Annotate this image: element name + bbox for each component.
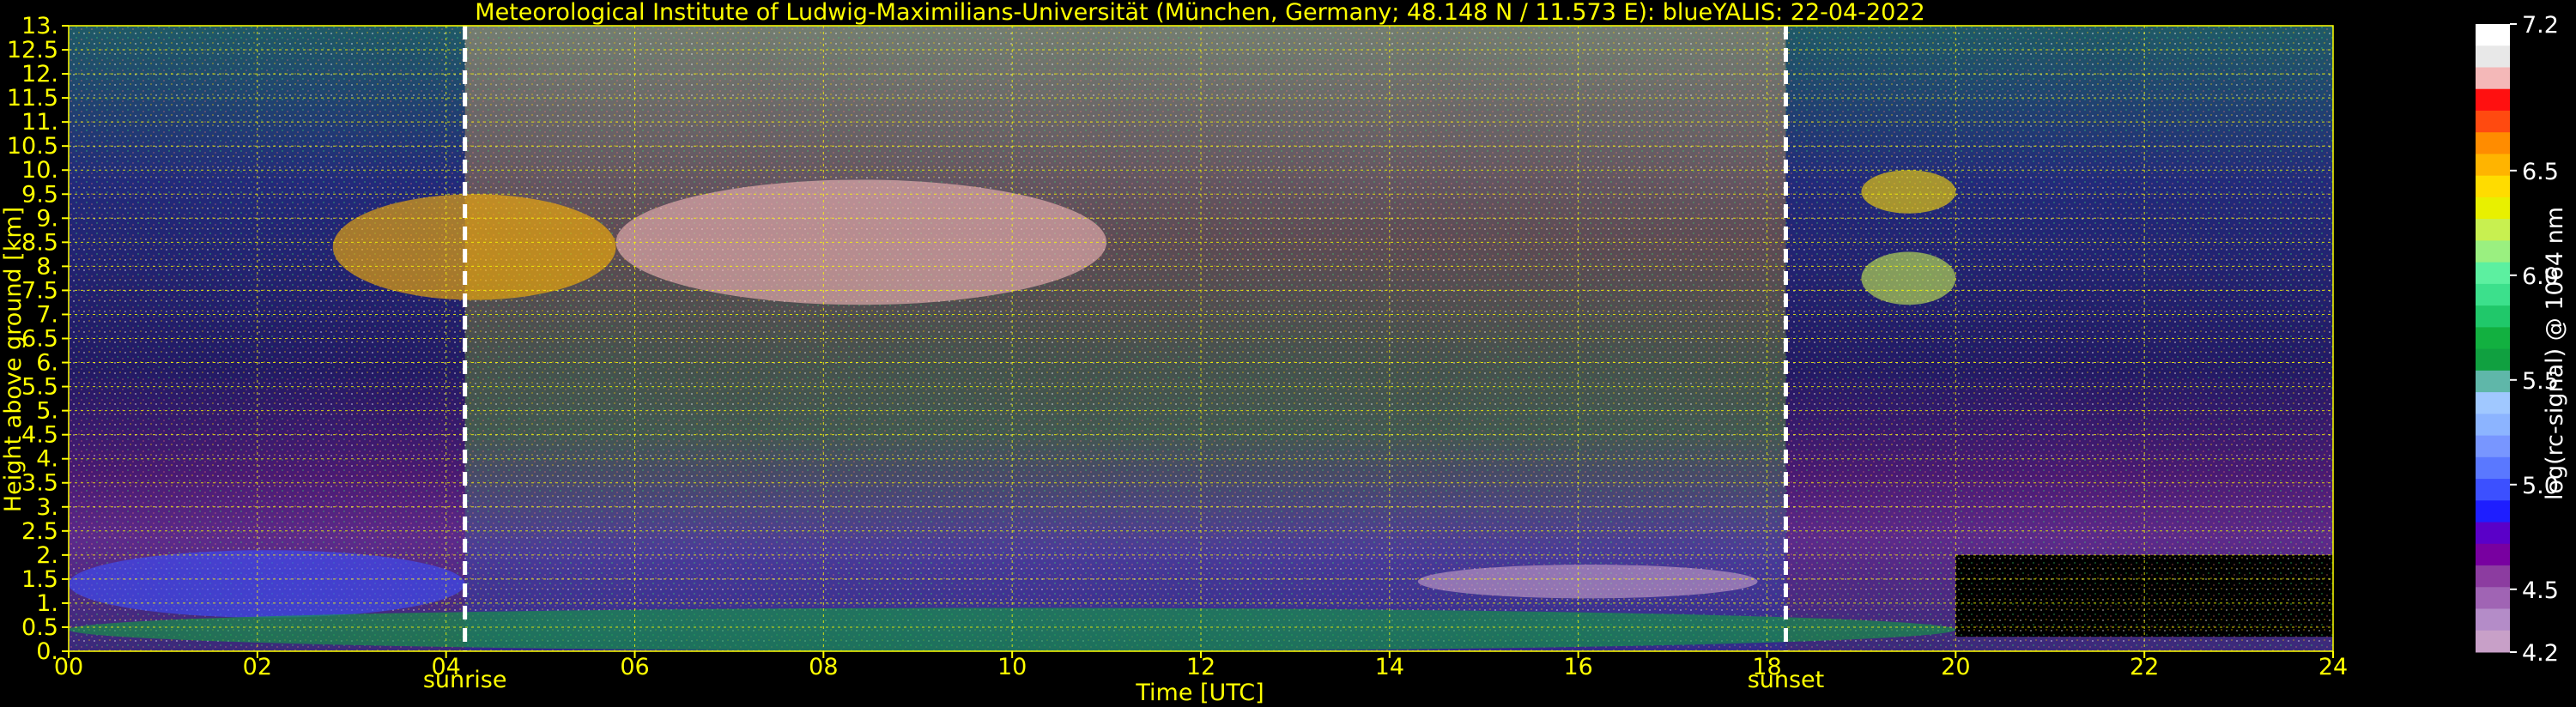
colorbar-swatch [2476,327,2510,350]
lidar-chart: sunrise sunset 00 02 04 06 08 10 12 14 16 18 20 22 24… [0,0,2568,706]
x-tick-label: 18 [1752,654,1781,680]
colorbar-swatch [2476,175,2510,198]
y-tick-label: 0. [36,638,58,665]
y-tick-label: 4.5 [21,422,58,449]
y-tick-label: 5.5 [21,374,58,401]
colorbar-swatch [2476,370,2510,393]
colorbar-swatch [2476,543,2510,566]
y-tick-label: 8.5 [21,229,58,256]
colorbar-swatch [2476,132,2510,154]
x-axis-label: Time [UTC] [1135,680,1264,706]
plot-area: sunrise sunset [68,25,2334,693]
x-tick-label: 12 [1186,654,1215,680]
colorbar-label: log(rc-signal) @ 1064 nm [2542,207,2568,500]
colorbar-swatch [2476,24,2510,46]
feature-cirrus-evening-upper [1861,170,1956,214]
y-tick-label: 10. [21,157,58,184]
y-tick-label: 9. [36,205,58,232]
y-tick-label: 6. [36,350,58,377]
y-tick-label: 12. [21,61,58,88]
x-tick-label: 06 [620,654,649,680]
colorbar-swatch [2476,154,2510,177]
y-tick-label: 12.5 [7,37,58,63]
y-tick-label: 6.5 [21,326,58,353]
y-tick-label: 2. [36,542,58,569]
colorbar-swatch [2476,587,2510,610]
colorbar-swatch [2476,262,2510,285]
colorbar-swatch [2476,219,2510,241]
feature-cirrus-evening-lower [1861,251,1956,305]
x-tick-label: 16 [1563,654,1592,680]
feature-cirrus-early [332,194,616,300]
colorbar-swatch [2476,479,2510,501]
colorbar-swatch [2476,608,2510,631]
x-tick-label: 04 [431,654,460,680]
colorbar-swatch [2476,196,2510,220]
x-tick-label: 14 [1375,654,1404,680]
x-tick-label: 20 [1941,654,1970,680]
feature-residual-layer [69,550,465,618]
y-tick-label: 9.5 [21,181,58,208]
y-tick-label: 1.5 [21,566,58,593]
colorbar-swatch [2476,45,2510,68]
y-tick-label: 3. [36,494,58,521]
colorbar-swatch [2476,110,2510,133]
colorbar-swatch [2476,456,2510,480]
colorbar-swatch [2476,348,2510,372]
x-tick-label: 02 [243,654,272,680]
x-tick-label: 24 [2318,654,2348,680]
colorbar-swatch [2476,414,2510,437]
y-tick-label: 1. [36,590,58,617]
colorbar-tick-label: 6.5 [2522,159,2559,185]
colorbar-swatch [2476,565,2510,588]
y-tick-label: 11.5 [7,85,58,112]
colorbar-swatch [2476,67,2510,90]
colorbar-swatch [2476,522,2510,545]
x-tick-label: 22 [2130,654,2159,680]
colorbar-tick-label: 7.2 [2522,12,2559,39]
colorbar-swatch [2476,88,2510,112]
y-tick-label: 8. [36,253,58,280]
x-tick-label: 10 [997,654,1027,680]
y-axis-label: Height above ground [km] [0,207,27,512]
x-axis-ticks: 00 02 04 06 08 10 12 14 16 18 20 22 24 [54,651,2348,680]
colorbar-swatch [2476,630,2510,653]
y-tick-label: 3.5 [21,470,58,497]
y-tick-label: 0.5 [21,614,58,641]
colorbar-tick-label: 4.5 [2522,577,2559,604]
chart-title: Meteorological Institute of Ludwig-Maxim… [475,0,1924,26]
y-tick-label: 11. [21,109,58,136]
colorbar [2476,24,2510,653]
y-tick-label: 7.5 [21,277,58,304]
colorbar-swatch [2476,500,2510,523]
y-tick-label: 10.5 [7,133,58,160]
y-tick-label: 7. [36,301,58,328]
colorbar-tick-label: 4.2 [2522,640,2559,667]
colorbar-swatch [2476,305,2510,328]
colorbar-swatch [2476,283,2510,306]
feature-boundary-layer-clouds [1417,565,1758,599]
x-tick-label: 08 [809,654,838,680]
y-tick-label: 5. [36,398,58,425]
y-tick-label: 2.5 [21,518,58,545]
colorbar-swatch [2476,435,2510,458]
y-tick-label: 13. [21,13,58,39]
y-tick-label: 4. [36,446,58,473]
colorbar-swatch [2476,392,2510,414]
colorbar-swatch [2476,240,2510,263]
